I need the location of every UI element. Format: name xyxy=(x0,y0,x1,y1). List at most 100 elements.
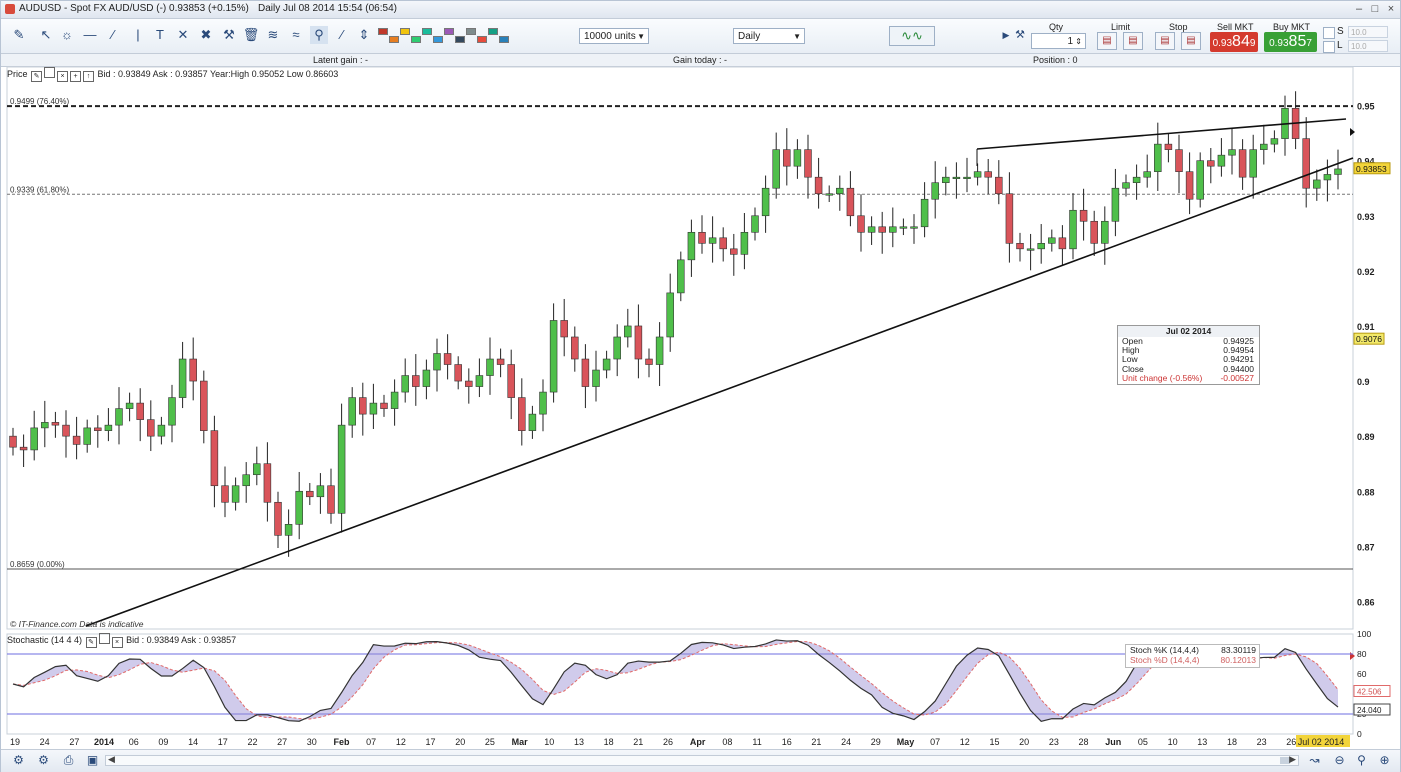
close-panel-icon[interactable]: × xyxy=(111,637,123,648)
candle-body xyxy=(740,231,749,255)
x-axis-label: 15 xyxy=(989,737,999,747)
candle-body xyxy=(1122,182,1130,189)
candle-body xyxy=(210,430,219,487)
x-axis-label: 23 xyxy=(1257,737,1267,747)
stoch-panel-info: Bid : 0.93849 Ask : 0.93857 xyxy=(126,635,237,645)
candle-body xyxy=(1260,143,1268,150)
x-axis-label: Jun xyxy=(1105,737,1121,747)
candle-body xyxy=(465,380,473,387)
copyright-text: © IT-Finance.com Data is indicative xyxy=(10,619,144,629)
candle-body xyxy=(889,226,897,233)
candle-body xyxy=(571,336,579,360)
candle-body xyxy=(412,375,420,387)
scroll-left-icon[interactable]: ◀ xyxy=(108,754,115,765)
candle-body xyxy=(401,375,409,393)
window-icon[interactable] xyxy=(98,633,110,644)
edit-icon[interactable]: ✎ xyxy=(85,637,97,648)
candle-body xyxy=(263,463,272,503)
tooltip-value: -0.00527 xyxy=(1220,372,1254,383)
candle-body xyxy=(719,237,727,250)
scroll-right-icon[interactable]: ▶ xyxy=(1289,754,1296,765)
stoch-d-row: Stoch %D (14,4,4) 80.12013 xyxy=(1126,655,1259,665)
horizontal-scrollbar[interactable]: ◀ ▶ xyxy=(105,754,1299,766)
candle-body xyxy=(496,358,505,365)
stoch-y-label: 0 xyxy=(1357,729,1362,739)
candle-body xyxy=(62,424,70,437)
fit-icon[interactable]: ↝ xyxy=(1307,753,1322,768)
x-axis-label: 26 xyxy=(1286,737,1296,747)
candle-body xyxy=(1037,243,1045,250)
zoom-in-icon[interactable]: ⊕ xyxy=(1377,753,1392,768)
arrow-icon[interactable]: ↑ xyxy=(83,71,95,82)
stoch-k-tag-label: 24.040 xyxy=(1357,706,1382,715)
candle-body xyxy=(1228,149,1236,156)
candle-body xyxy=(857,215,865,233)
candle-body xyxy=(1217,154,1226,167)
candle-body xyxy=(1154,143,1162,172)
chart-settings-icon[interactable]: ⚙ xyxy=(11,753,26,768)
add-icon[interactable]: + xyxy=(70,71,82,82)
candle-body xyxy=(952,176,961,179)
x-axis-label: 12 xyxy=(396,737,406,747)
candle-body xyxy=(1111,187,1120,222)
stoch-k-row: Stoch %K (14,4,4) 83.30119 xyxy=(1126,645,1259,655)
zoom-out-icon[interactable]: ⊖ xyxy=(1332,753,1347,768)
stoch-d-tag-label: 42.506 xyxy=(1357,688,1382,697)
candle-body xyxy=(666,292,674,338)
candle-body xyxy=(1175,149,1183,172)
print-icon[interactable]: ⎙ xyxy=(61,753,76,768)
candle-body xyxy=(1334,168,1342,175)
candle-body xyxy=(125,402,134,409)
candle-body xyxy=(761,187,770,217)
candle-body xyxy=(380,402,388,409)
candle-body xyxy=(157,424,166,437)
candle-body xyxy=(327,485,335,514)
x-axis-label: 27 xyxy=(277,737,287,747)
candle-body xyxy=(1101,220,1109,244)
candle-body xyxy=(995,176,1003,195)
save-icon[interactable]: ▣ xyxy=(85,753,100,768)
candle-body xyxy=(634,325,643,360)
stoch-panel-header: Stochastic (14 4 4) ✎ × Bid : 0.93849 Ask… xyxy=(7,633,236,648)
candle-body xyxy=(51,422,60,426)
candle-body xyxy=(878,226,886,233)
stoch-y-label: 100 xyxy=(1357,629,1371,639)
candle-body xyxy=(41,422,49,429)
stoch-legend: Stoch %K (14,4,4) 83.30119 Stoch %D (14,4… xyxy=(1125,644,1260,668)
candle-body xyxy=(433,353,441,371)
candle-body xyxy=(19,446,28,451)
zoom-icon[interactable]: ⚲ xyxy=(1354,753,1369,768)
y-axis-label: 0.92 xyxy=(1357,267,1375,277)
fib-label: 0.9499 (76.40%) xyxy=(10,97,69,106)
candle-body xyxy=(867,226,876,233)
candle-body xyxy=(581,358,590,387)
close-panel-icon[interactable]: × xyxy=(57,71,69,82)
candle-body xyxy=(518,397,526,431)
candle-body xyxy=(454,364,462,382)
edit-icon[interactable]: ✎ xyxy=(31,71,43,82)
current-price-label: 0.93853 xyxy=(1356,164,1387,174)
candle-body xyxy=(475,375,484,387)
window-icon[interactable] xyxy=(44,67,56,78)
candle-body xyxy=(443,353,452,365)
candle-body xyxy=(963,176,971,179)
candle-body xyxy=(549,320,558,393)
x-axis-label: 2014 xyxy=(94,737,114,747)
x-axis-label: 24 xyxy=(40,737,50,747)
candle-body xyxy=(772,149,780,189)
candle-body xyxy=(804,149,812,178)
stoch-y-label: 60 xyxy=(1357,669,1367,679)
candle-body xyxy=(30,427,38,451)
x-axis-label: 07 xyxy=(930,737,940,747)
candle-body xyxy=(1143,171,1151,178)
candle-body xyxy=(337,424,346,514)
stoch-d-value: 80.12013 xyxy=(1220,655,1256,665)
candle-body xyxy=(698,231,706,244)
x-axis-label: 16 xyxy=(782,737,792,747)
indicators-icon[interactable]: ⚙ xyxy=(36,753,51,768)
x-axis-label: 05 xyxy=(1138,737,1148,747)
candle-body xyxy=(846,187,855,217)
stoch-k-value: 83.30119 xyxy=(1221,645,1256,655)
stoch-d-name: Stoch %D (14,4,4) xyxy=(1130,655,1200,665)
x-axis-label: 08 xyxy=(722,737,732,747)
